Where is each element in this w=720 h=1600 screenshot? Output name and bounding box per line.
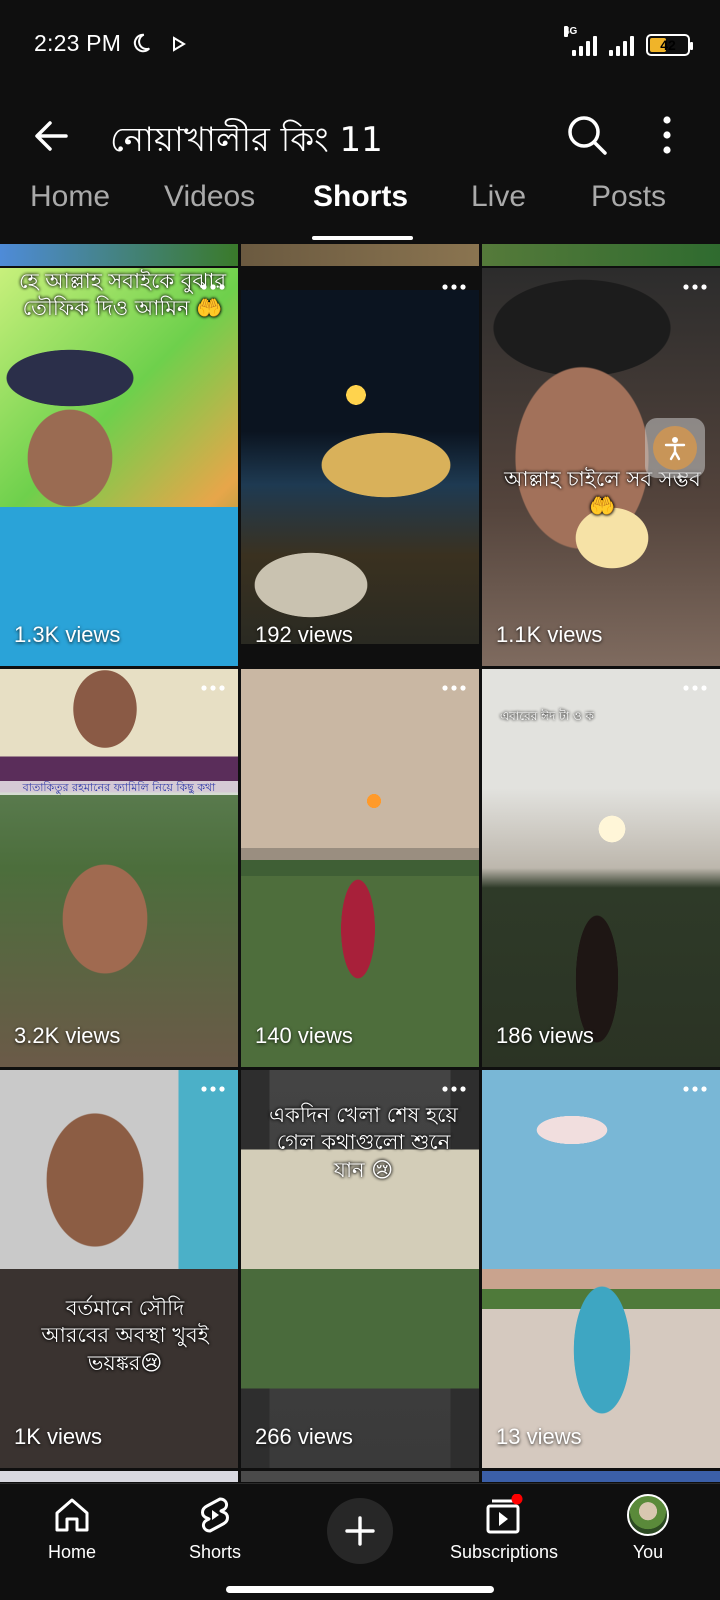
- accessibility-icon: [653, 426, 697, 470]
- home-icon: [55, 1498, 89, 1532]
- short-card[interactable]: এবারের ঈদ টা ও ক 186 views: [482, 669, 720, 1067]
- short-card[interactable]: 13 views: [482, 1070, 720, 1468]
- short-view-count: 1K views: [14, 1424, 103, 1449]
- short-card[interactable]: বর্তমানে সৌদি আরবের অবস্থা খুবই ভয়ঙ্কর😢…: [0, 1070, 238, 1468]
- short-thumbnail: [482, 669, 720, 1067]
- more-horiz-icon[interactable]: [682, 1084, 708, 1094]
- short-thumbnail-partial[interactable]: [0, 244, 238, 266]
- tab-videos[interactable]: Videos: [164, 180, 255, 214]
- mobile-signal-4g-icon: 4G: [562, 26, 597, 56]
- short-caption: বাতাকিতুর রহমানের ফ্যামিলি নিয়ে কিছু কথ…: [0, 781, 238, 796]
- media-play-icon: [173, 36, 186, 52]
- nav-home-label: Home: [47, 1542, 96, 1562]
- short-thumbnail: [482, 1070, 720, 1468]
- short-thumbnail: [241, 669, 479, 1067]
- short-view-count: 140 views: [255, 1023, 353, 1048]
- short-thumbnail: [0, 1070, 238, 1468]
- short-view-count: 186 views: [496, 1023, 594, 1048]
- channel-title: নোয়াখালীর কিং 11: [110, 120, 383, 160]
- tab-live[interactable]: Live: [471, 180, 526, 214]
- nav-you-label: You: [632, 1542, 664, 1562]
- avatar: [627, 1494, 669, 1536]
- short-thumbnail-partial[interactable]: [482, 1471, 720, 1482]
- shorts-grid: হে আল্লাহ সবাইকে বুঝার তৌফিক দিও আমিন 🤲 …: [0, 244, 720, 1482]
- status-time: 2:23 PM: [34, 30, 122, 56]
- short-thumbnail-partial[interactable]: [482, 244, 720, 266]
- more-horiz-icon[interactable]: [682, 282, 708, 292]
- accessibility-floating-button[interactable]: [645, 418, 705, 478]
- short-view-count: 1.1K views: [496, 622, 603, 647]
- more-vert-icon[interactable]: [652, 110, 682, 160]
- nav-shorts[interactable]: Shorts: [140, 1494, 290, 1563]
- bottom-navigation: Home Shorts Subscriptions You: [0, 1483, 720, 1600]
- tab-shorts[interactable]: Shorts: [313, 180, 408, 214]
- short-view-count: 266 views: [255, 1424, 353, 1449]
- channel-tabs: Home Videos Shorts Live Posts: [0, 170, 720, 242]
- create-button[interactable]: [327, 1498, 393, 1564]
- notification-dot: [511, 1494, 523, 1505]
- more-horiz-icon[interactable]: [200, 282, 226, 292]
- short-thumbnail-partial[interactable]: [241, 244, 479, 266]
- status-indicators: 4G 42: [562, 26, 693, 58]
- nav-shorts-label: Shorts: [188, 1542, 242, 1562]
- short-card[interactable]: 192 views: [241, 268, 479, 666]
- more-horiz-icon[interactable]: [200, 683, 226, 693]
- plus-icon: [345, 1516, 375, 1546]
- battery-level: 42: [660, 37, 676, 53]
- short-thumbnail: [0, 268, 238, 666]
- gesture-home-bar[interactable]: [226, 1586, 494, 1593]
- short-view-count: 3.2K views: [14, 1023, 121, 1048]
- more-horiz-icon[interactable]: [441, 282, 467, 292]
- short-thumbnail: [0, 669, 238, 1067]
- short-card[interactable]: 140 views: [241, 669, 479, 1067]
- battery-icon: 42: [646, 34, 693, 56]
- network-type-label: 4G: [564, 26, 578, 37]
- more-horiz-icon[interactable]: [682, 683, 708, 693]
- short-caption: একদিন খেলা শেষ হয়ে গেল কথাগুলো শুনে যান…: [269, 1103, 458, 1182]
- more-horiz-icon[interactable]: [200, 1084, 226, 1094]
- back-arrow-icon[interactable]: [28, 112, 76, 160]
- nav-home[interactable]: Home: [0, 1494, 147, 1563]
- short-thumbnail-partial[interactable]: [0, 1471, 238, 1482]
- do-not-disturb-moon-icon: [133, 33, 150, 53]
- short-caption: হে আল্লাহ সবাইকে বুঝার তৌফিক দিও আমিন 🤲: [18, 269, 227, 321]
- tab-posts[interactable]: Posts: [591, 180, 666, 214]
- short-thumbnail: [241, 290, 479, 644]
- short-card[interactable]: একদিন খেলা শেষ হয়ে গেল কথাগুলো শুনে যান…: [241, 1070, 479, 1468]
- mobile-signal-icon: [609, 34, 634, 56]
- subscriptions-icon: [486, 1494, 523, 1534]
- tab-home[interactable]: Home: [30, 180, 110, 214]
- active-tab-indicator: [312, 236, 413, 240]
- short-caption: বর্তমানে সৌদি আরবের অবস্থা খুবই ভয়ঙ্কর😢: [41, 1296, 209, 1375]
- short-view-count: 192 views: [255, 622, 353, 647]
- shorts-icon: [201, 1497, 229, 1533]
- nav-subscriptions-label: Subscriptions: [449, 1542, 559, 1562]
- more-horiz-icon[interactable]: [441, 1084, 467, 1094]
- short-caption: এবারের ঈদ টা ও ক: [500, 709, 594, 723]
- short-view-count: 13 views: [496, 1424, 582, 1449]
- short-thumbnail-partial[interactable]: [241, 1471, 479, 1482]
- more-horiz-icon[interactable]: [441, 683, 467, 693]
- short-card[interactable]: হে আল্লাহ সবাইকে বুঝার তৌফিক দিও আমিন 🤲 …: [0, 268, 238, 666]
- status-bar: 2:23 PM 4G 42: [0, 0, 720, 90]
- search-icon[interactable]: [562, 110, 612, 160]
- nav-you[interactable]: You: [573, 1494, 720, 1563]
- short-card[interactable]: বাতাকিতুর রহমানের ফ্যামিলি নিয়ে কিছু কথ…: [0, 669, 238, 1067]
- nav-subscriptions[interactable]: Subscriptions: [429, 1494, 579, 1563]
- short-view-count: 1.3K views: [14, 622, 121, 647]
